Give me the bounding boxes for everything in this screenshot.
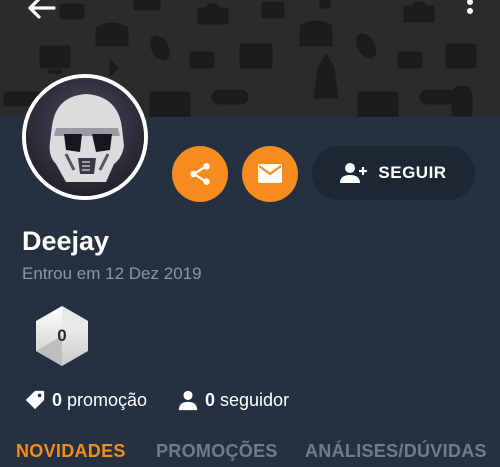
arrow-left-icon — [28, 0, 56, 19]
followers-count: 0 — [205, 389, 216, 410]
tab-promocoes[interactable]: PROMOÇÕES — [156, 441, 278, 462]
share-button[interactable] — [172, 146, 228, 202]
follow-button[interactable]: SEGUIR — [312, 146, 475, 200]
join-date: Entrou em 12 Dez 2019 — [22, 264, 202, 283]
level-badge: 0 — [34, 304, 90, 368]
person-add-icon — [340, 163, 368, 183]
promotions-count: 0 — [52, 389, 63, 410]
badge-count: 0 — [57, 326, 67, 345]
back-button[interactable] — [20, 0, 60, 22]
tag-icon — [25, 390, 45, 410]
tab-novidades[interactable]: NOVIDADES — [16, 441, 126, 462]
share-icon — [190, 163, 210, 185]
avatar — [22, 74, 148, 200]
follow-label: SEGUIR — [378, 163, 447, 182]
more-menu-button[interactable] — [458, 0, 482, 22]
more-vertical-icon — [467, 0, 473, 14]
promotions-stat[interactable]: 0 promoção — [24, 389, 147, 411]
followers-label: seguidor — [220, 389, 290, 410]
followers-stat[interactable]: 0 seguidor — [177, 389, 289, 411]
tab-analises-duvidas[interactable]: ANÁLISES/DÚVIDAS — [305, 441, 487, 462]
message-button[interactable] — [242, 146, 298, 202]
mail-icon — [258, 164, 282, 183]
promotions-label: promoção — [67, 389, 148, 410]
username: Deejay — [22, 226, 110, 256]
person-icon — [178, 390, 198, 411]
